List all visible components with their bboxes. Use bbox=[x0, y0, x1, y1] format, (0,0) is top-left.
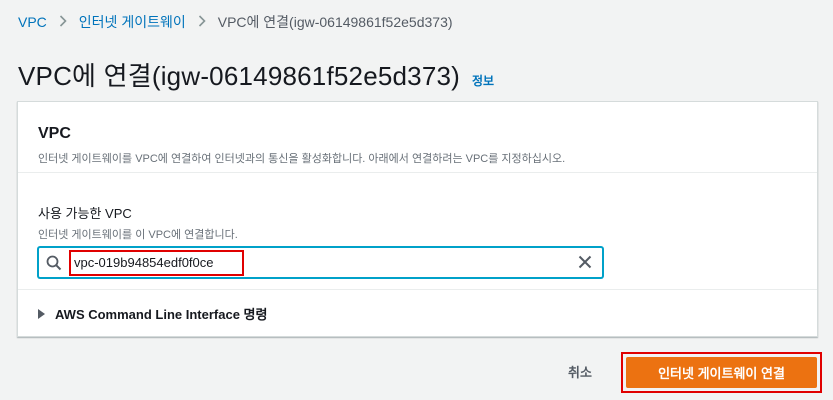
vpc-select-field[interactable] bbox=[38, 247, 603, 278]
panel-title: VPC bbox=[38, 125, 71, 142]
search-icon bbox=[39, 255, 69, 271]
close-icon[interactable] bbox=[578, 255, 592, 274]
expander-label: AWS Command Line Interface 명령 bbox=[55, 307, 268, 322]
cancel-button[interactable]: 취소 bbox=[552, 356, 608, 386]
vpc-search-input[interactable] bbox=[69, 249, 244, 276]
primary-button-highlight: 인터넷 게이트웨이 연결 bbox=[621, 352, 822, 393]
page-header: VPC에 연결(igw-06149861f52e5d373) 정보 bbox=[18, 56, 494, 93]
attach-internet-gateway-button[interactable]: 인터넷 게이트웨이 연결 bbox=[626, 357, 817, 388]
caret-right-icon bbox=[38, 308, 45, 319]
breadcrumb: VPC 인터넷 게이트웨이 VPC에 연결(igw-06149861f52e5d… bbox=[18, 12, 453, 32]
panel-body: 사용 가능한 VPC 인터넷 게이트웨이를 이 VPC에 연결합니다. bbox=[18, 173, 817, 290]
breadcrumb-internet-gateway[interactable]: 인터넷 게이트웨이 bbox=[79, 12, 186, 32]
chevron-right-icon bbox=[59, 14, 67, 30]
panel-description: 인터넷 게이트웨이를 VPC에 연결하여 인터넷과의 통신을 활성화합니다. 아… bbox=[38, 153, 566, 165]
info-link[interactable]: 정보 bbox=[472, 72, 494, 89]
chevron-right-icon bbox=[198, 14, 206, 30]
cli-command-expander[interactable]: AWS Command Line Interface 명령 bbox=[18, 290, 817, 337]
breadcrumb-vpc[interactable]: VPC bbox=[18, 14, 47, 30]
breadcrumb-current: VPC에 연결(igw-06149861f52e5d373) bbox=[217, 14, 453, 30]
vpc-panel: VPC 인터넷 게이트웨이를 VPC에 연결하여 인터넷과의 통신을 활성화합니… bbox=[17, 101, 818, 337]
field-label: 사용 가능한 VPC bbox=[38, 206, 132, 221]
field-description: 인터넷 게이트웨이를 이 VPC에 연결합니다. bbox=[38, 229, 238, 241]
panel-header: VPC 인터넷 게이트웨이를 VPC에 연결하여 인터넷과의 통신을 활성화합니… bbox=[18, 102, 817, 173]
page-title: VPC에 연결(igw-06149861f52e5d373) bbox=[18, 61, 461, 91]
